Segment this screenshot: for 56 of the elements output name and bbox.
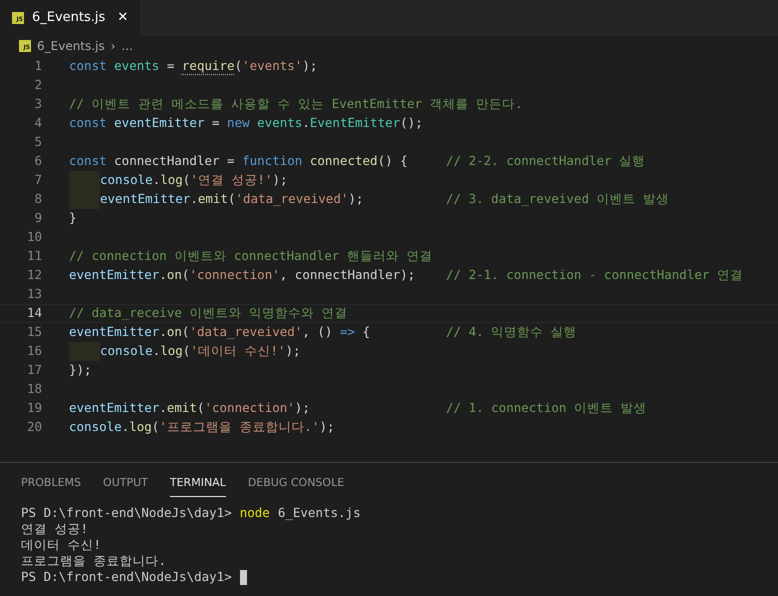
code-comment: // 1. connection 이벤트 발생 (446, 399, 646, 418)
line-number: 9 (33, 209, 42, 228)
line-number: 16 (26, 342, 42, 360)
line-number: 6 (33, 152, 42, 170)
breadcrumb-more[interactable]: ... (121, 37, 133, 55)
line-number: 7 (33, 171, 42, 190)
line-number: 15 (26, 323, 42, 342)
breadcrumb-file[interactable]: 6_Events.js (37, 37, 105, 55)
line-number: 19 (26, 399, 42, 418)
code-text: // connection 이벤트와 connectHandler 핸들러와 연결 (69, 247, 432, 266)
panel-tab[interactable]: TERMINAL (170, 475, 226, 497)
panel-tab[interactable]: PROBLEMS (21, 475, 82, 497)
terminal-command: node (240, 505, 270, 521)
terminal-output: 데이터 수신! (21, 537, 102, 553)
breadcrumb-separator: › (110, 38, 116, 55)
code-text: // data_receive 이벤트와 익명함수와 연결 (69, 304, 348, 322)
line-number: 12 (26, 266, 42, 284)
terminal-output: 프로그램을 종료합니다. (21, 553, 168, 569)
line-number: 2 (33, 76, 42, 94)
tab-label: 6_Events.js (32, 9, 106, 28)
code-text: eventEmitter.emit('connection'); (69, 399, 310, 418)
code-text: // 이벤트 관련 메소드를 사용할 수 있는 EventEmitter 객체를 만든다. (69, 95, 523, 114)
line-number: 4 (33, 114, 42, 132)
code-text: const events = require('events'); (69, 57, 318, 76)
line-number: 13 (26, 285, 42, 304)
code-comment: // 4. 익명함수 실행 (446, 323, 577, 342)
line-number: 8 (33, 190, 42, 208)
panel-tab[interactable]: DEBUG CONSOLE (248, 475, 344, 497)
code-text: console.log('데이터 수신!'); (100, 342, 300, 360)
code-comment: // 3. data_reveived 이벤트 발생 (446, 190, 670, 208)
line-number: 20 (26, 418, 42, 436)
panel-tab[interactable]: OUTPUT (103, 475, 148, 497)
code-text: }); (69, 361, 92, 380)
line-number: 1 (33, 57, 42, 76)
code-text: console.log('프로그램을 종료합니다.'); (69, 418, 334, 436)
line-number: 3 (33, 95, 42, 114)
line-number: 18 (26, 380, 42, 398)
code-text: const connectHandler = function connected() { (69, 152, 408, 170)
terminal-prompt: PS D:\front-end\NodeJs\day1> (21, 569, 232, 585)
line-number: 11 (26, 247, 42, 266)
terminal-output: 연결 성공! (21, 521, 90, 537)
line-number: 5 (33, 133, 42, 152)
code-comment: // 2-1. connection - connectHandler 연결 (446, 266, 743, 284)
code-text: eventEmitter.emit('data_reveived'); (100, 190, 364, 208)
code-text: console.log('연결 성공!'); (100, 171, 288, 190)
code-text: } (69, 209, 77, 228)
line-number: 10 (26, 228, 42, 246)
code-text: const eventEmitter = new events.EventEmitter(); (69, 114, 423, 132)
terminal-prompt: PS D:\front-end\NodeJs\day1> (21, 505, 232, 521)
code-text: eventEmitter.on('data_reveived', () => { (69, 323, 370, 342)
line-number: 14 (26, 304, 42, 322)
close-icon[interactable]: ✕ (117, 8, 128, 28)
code-comment: // 2-2. connectHandler 실행 (446, 152, 646, 170)
code-text: eventEmitter.on('connection', connectHandler); (69, 266, 416, 284)
line-number: 17 (26, 361, 42, 380)
terminal-argument: 6_Events.js (278, 505, 361, 521)
